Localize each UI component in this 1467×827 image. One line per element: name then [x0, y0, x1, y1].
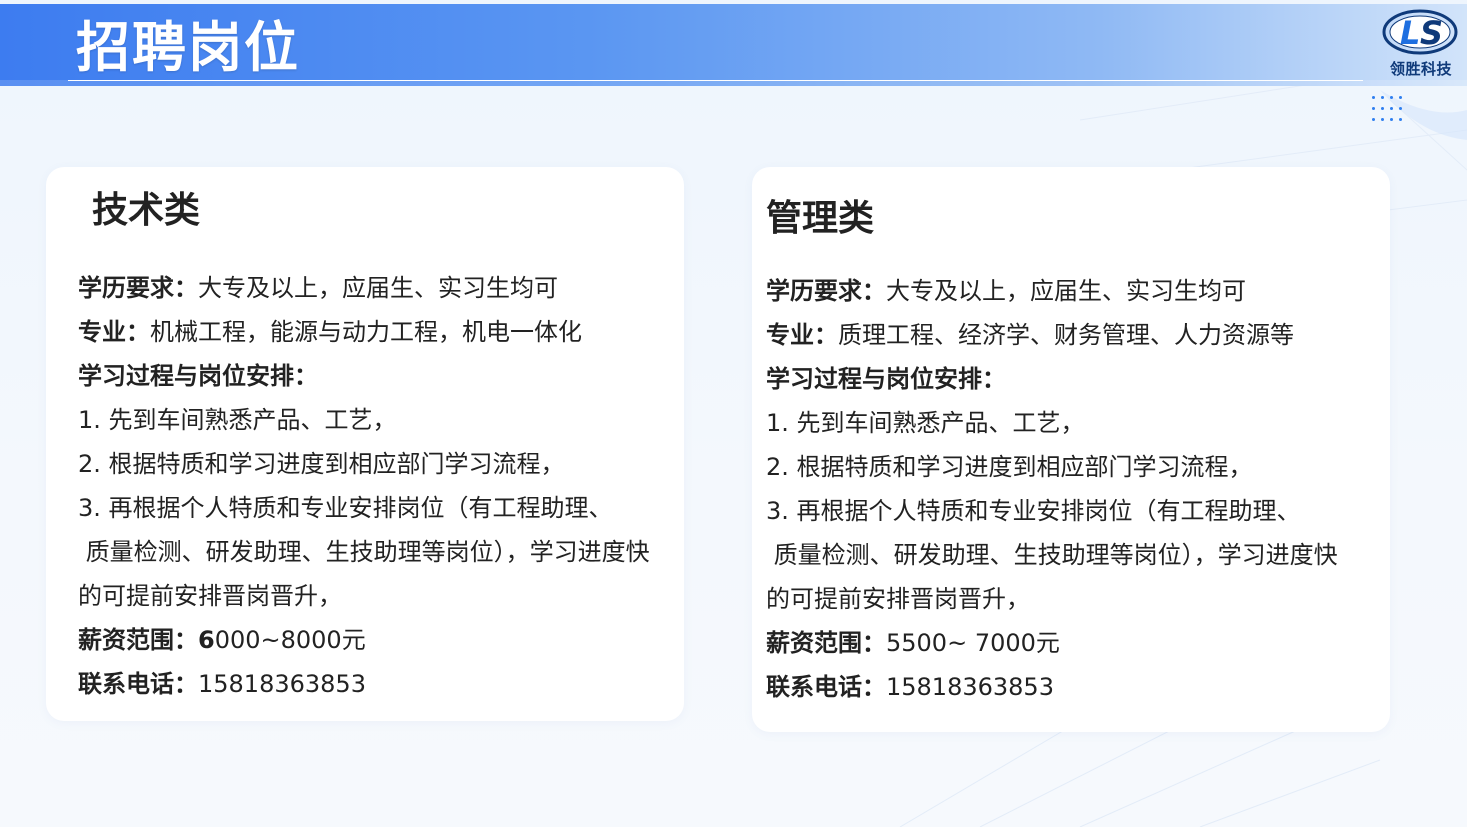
logo-text: 领胜科技 — [1389, 60, 1452, 78]
slide: 招聘岗位 L S 领胜科技 技术类 学历要求：大专及以上，应届生、实习生均可 专… — [0, 0, 1467, 827]
education-label: 学历要求： — [766, 277, 886, 305]
major-label: 专业： — [78, 318, 150, 346]
salary-value: 5500~ 7000元 — [886, 629, 1060, 657]
salary-row: 薪资范围：6000~8000元 — [78, 618, 678, 662]
phone-value: 15818363853 — [886, 673, 1054, 701]
salary-label: 薪资范围： — [78, 626, 198, 654]
card-technical: 技术类 学历要求：大专及以上，应届生、实习生均可 专业：机械工程，能源与动力工程… — [46, 167, 684, 721]
phone-row: 联系电话：15818363853 — [766, 665, 1376, 709]
step-3-line-1: 3. 再根据个人特质和专业安排岗位（有工程助理、 — [78, 494, 613, 522]
phone-row: 联系电话：15818363853 — [78, 662, 678, 706]
page-title: 招聘岗位 — [76, 16, 300, 79]
decorative-dots — [1372, 96, 1408, 130]
card-body: 学历要求：大专及以上，应届生、实习生均可 专业：机械工程，能源与动力工程，机电一… — [78, 266, 678, 706]
major-value: 质理工程、经济学、财务管理、人力资源等 — [838, 321, 1294, 349]
step-3-line-3: 的可提前安排晋岗晋升， — [766, 585, 1030, 613]
phone-value: 15818363853 — [198, 670, 366, 698]
svg-text:S: S — [1420, 14, 1443, 52]
company-logo: L S 领胜科技 — [1380, 6, 1462, 80]
major-row: 专业：机械工程，能源与动力工程，机电一体化 — [78, 310, 678, 354]
svg-text:L: L — [1400, 14, 1420, 52]
step-3-line-1: 3. 再根据个人特质和专业安排岗位（有工程助理、 — [766, 497, 1301, 525]
step-3-line-2: 质量检测、研发助理、生技助理等岗位），学习进度快 — [766, 541, 1338, 569]
process-label: 学习过程与岗位安排： — [78, 362, 318, 390]
major-value: 机械工程，能源与动力工程，机电一体化 — [150, 318, 582, 346]
salary-value: 000~8000元 — [214, 626, 366, 654]
phone-label: 联系电话： — [766, 673, 886, 701]
process-label: 学习过程与岗位安排： — [766, 365, 1006, 393]
card-management: 管理类 学历要求：大专及以上，应届生、实习生均可 专业：质理工程、经济学、财务管… — [752, 167, 1390, 732]
step-3-line-2: 质量检测、研发助理、生技助理等岗位），学习进度快 — [78, 538, 650, 566]
phone-label: 联系电话： — [78, 670, 198, 698]
step-2: 2. 根据特质和学习进度到相应部门学习流程， — [78, 450, 565, 478]
education-row: 学历要求：大专及以上，应届生、实习生均可 — [766, 269, 1376, 313]
major-row: 专业：质理工程、经济学、财务管理、人力资源等 — [766, 313, 1376, 357]
education-value: 大专及以上，应届生、实习生均可 — [886, 277, 1246, 305]
card-body: 学历要求：大专及以上，应届生、实习生均可 专业：质理工程、经济学、财务管理、人力… — [766, 269, 1376, 709]
major-label: 专业： — [766, 321, 838, 349]
card-title: 管理类 — [766, 198, 875, 239]
ls-logo-icon: L S — [1382, 9, 1458, 55]
salary-label: 薪资范围： — [766, 629, 886, 657]
education-label: 学历要求： — [78, 274, 198, 302]
education-row: 学历要求：大专及以上，应届生、实习生均可 — [78, 266, 678, 310]
card-title: 技术类 — [92, 190, 201, 231]
step-1: 1. 先到车间熟悉产品、工艺， — [766, 409, 1085, 437]
step-3-line-3: 的可提前安排晋岗晋升， — [78, 582, 342, 610]
salary-row: 薪资范围：5500~ 7000元 — [766, 621, 1376, 665]
step-2: 2. 根据特质和学习进度到相应部门学习流程， — [766, 453, 1253, 481]
step-1: 1. 先到车间熟悉产品、工艺， — [78, 406, 397, 434]
salary-value-lead: 6 — [198, 626, 215, 654]
education-value: 大专及以上，应届生、实习生均可 — [198, 274, 558, 302]
